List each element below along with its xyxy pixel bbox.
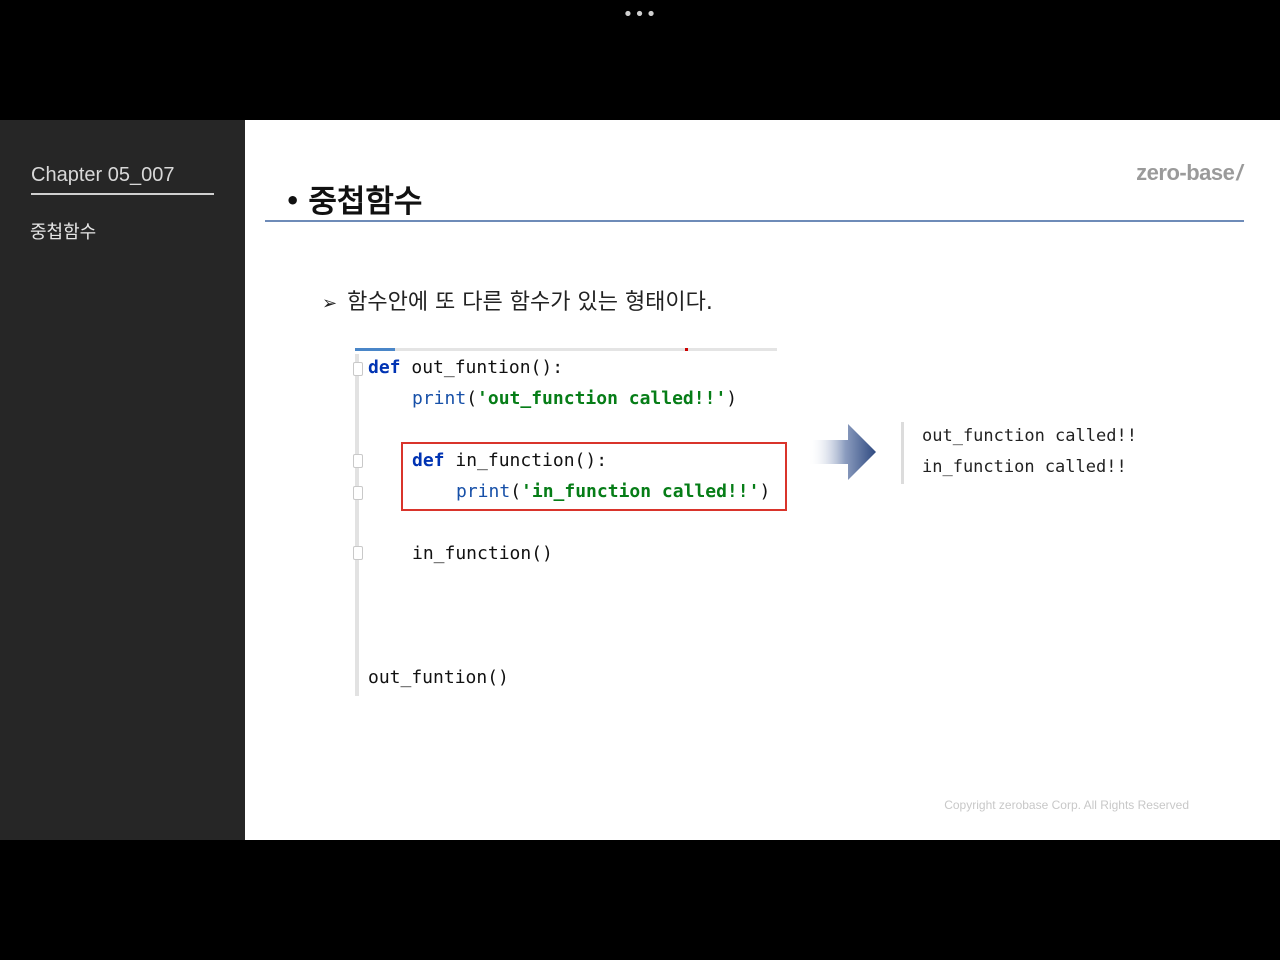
title-bullet: • xyxy=(285,187,301,215)
code-line: def in_function(): xyxy=(412,450,607,472)
code-paren: ( xyxy=(510,481,522,502)
code-text: out_funtion(): xyxy=(400,357,564,378)
fold-marker-icon[interactable] xyxy=(353,486,363,500)
sidebar-topic: 중첩함수 xyxy=(30,222,97,243)
description-text: 함수안에 또 다른 함수가 있는 형태이다. xyxy=(347,290,713,315)
editor-marker xyxy=(685,348,688,351)
code-paren: ) xyxy=(759,481,771,502)
keyword-def: def xyxy=(368,357,401,378)
brand-logo: zero-base/ xyxy=(1136,160,1242,186)
editor-tab-bar xyxy=(355,348,777,351)
code-line: out_funtion() xyxy=(368,667,509,688)
fold-marker-icon[interactable] xyxy=(353,454,363,468)
title-divider xyxy=(265,220,1244,222)
sidebar: Chapter 05_007 중첩함수 xyxy=(0,120,245,840)
brand-slash: / xyxy=(1236,160,1242,185)
code-line: in_function() xyxy=(412,543,553,564)
code-line: def out_funtion(): xyxy=(368,357,563,379)
code-editor: def out_funtion(): print('out_function c… xyxy=(353,348,787,696)
editor-gutter xyxy=(355,354,359,696)
string-literal: 'out_function called!!' xyxy=(477,388,727,409)
output-line: out_function called!! xyxy=(922,426,1137,446)
code-line: print('out_function called!!') xyxy=(412,388,737,410)
code-paren: ) xyxy=(726,388,738,409)
code-paren: ( xyxy=(466,388,478,409)
builtin-print: print xyxy=(412,388,467,409)
fold-marker-icon[interactable] xyxy=(353,546,363,560)
console-output: out_function called!! in_function called… xyxy=(901,422,1184,484)
code-text: in_function(): xyxy=(444,450,608,471)
builtin-print: print xyxy=(456,481,511,502)
title-text: 중첩함수 xyxy=(308,184,423,220)
string-literal: 'in_function called!!' xyxy=(521,481,760,502)
keyword-def: def xyxy=(412,450,445,471)
copyright-notice: Copyright zerobase Corp. All Rights Rese… xyxy=(944,798,1189,812)
brand-text: zero-base xyxy=(1136,160,1235,185)
bullet-arrow-icon: ➢ xyxy=(322,293,338,314)
chapter-label: Chapter 05_007 xyxy=(31,164,214,195)
description: ➢ 함수안에 또 다른 함수가 있는 형태이다. xyxy=(322,284,713,316)
fold-marker-icon[interactable] xyxy=(353,362,363,376)
slide-content: zero-base/ • 중첩함수 ➢ 함수안에 또 다른 함수가 있는 형태이다.… xyxy=(245,120,1280,840)
page-title: • 중첩함수 xyxy=(285,176,422,221)
right-arrow-icon xyxy=(808,424,876,480)
output-line: in_function called!! xyxy=(922,457,1127,477)
code-line: print('in_function called!!') xyxy=(456,481,770,503)
editor-active-tab xyxy=(355,348,395,351)
slide: Chapter 05_007 중첩함수 zero-base/ • 중첩함수 ➢ 함수… xyxy=(0,120,1280,840)
more-dots-icon[interactable]: ••• xyxy=(623,6,658,24)
